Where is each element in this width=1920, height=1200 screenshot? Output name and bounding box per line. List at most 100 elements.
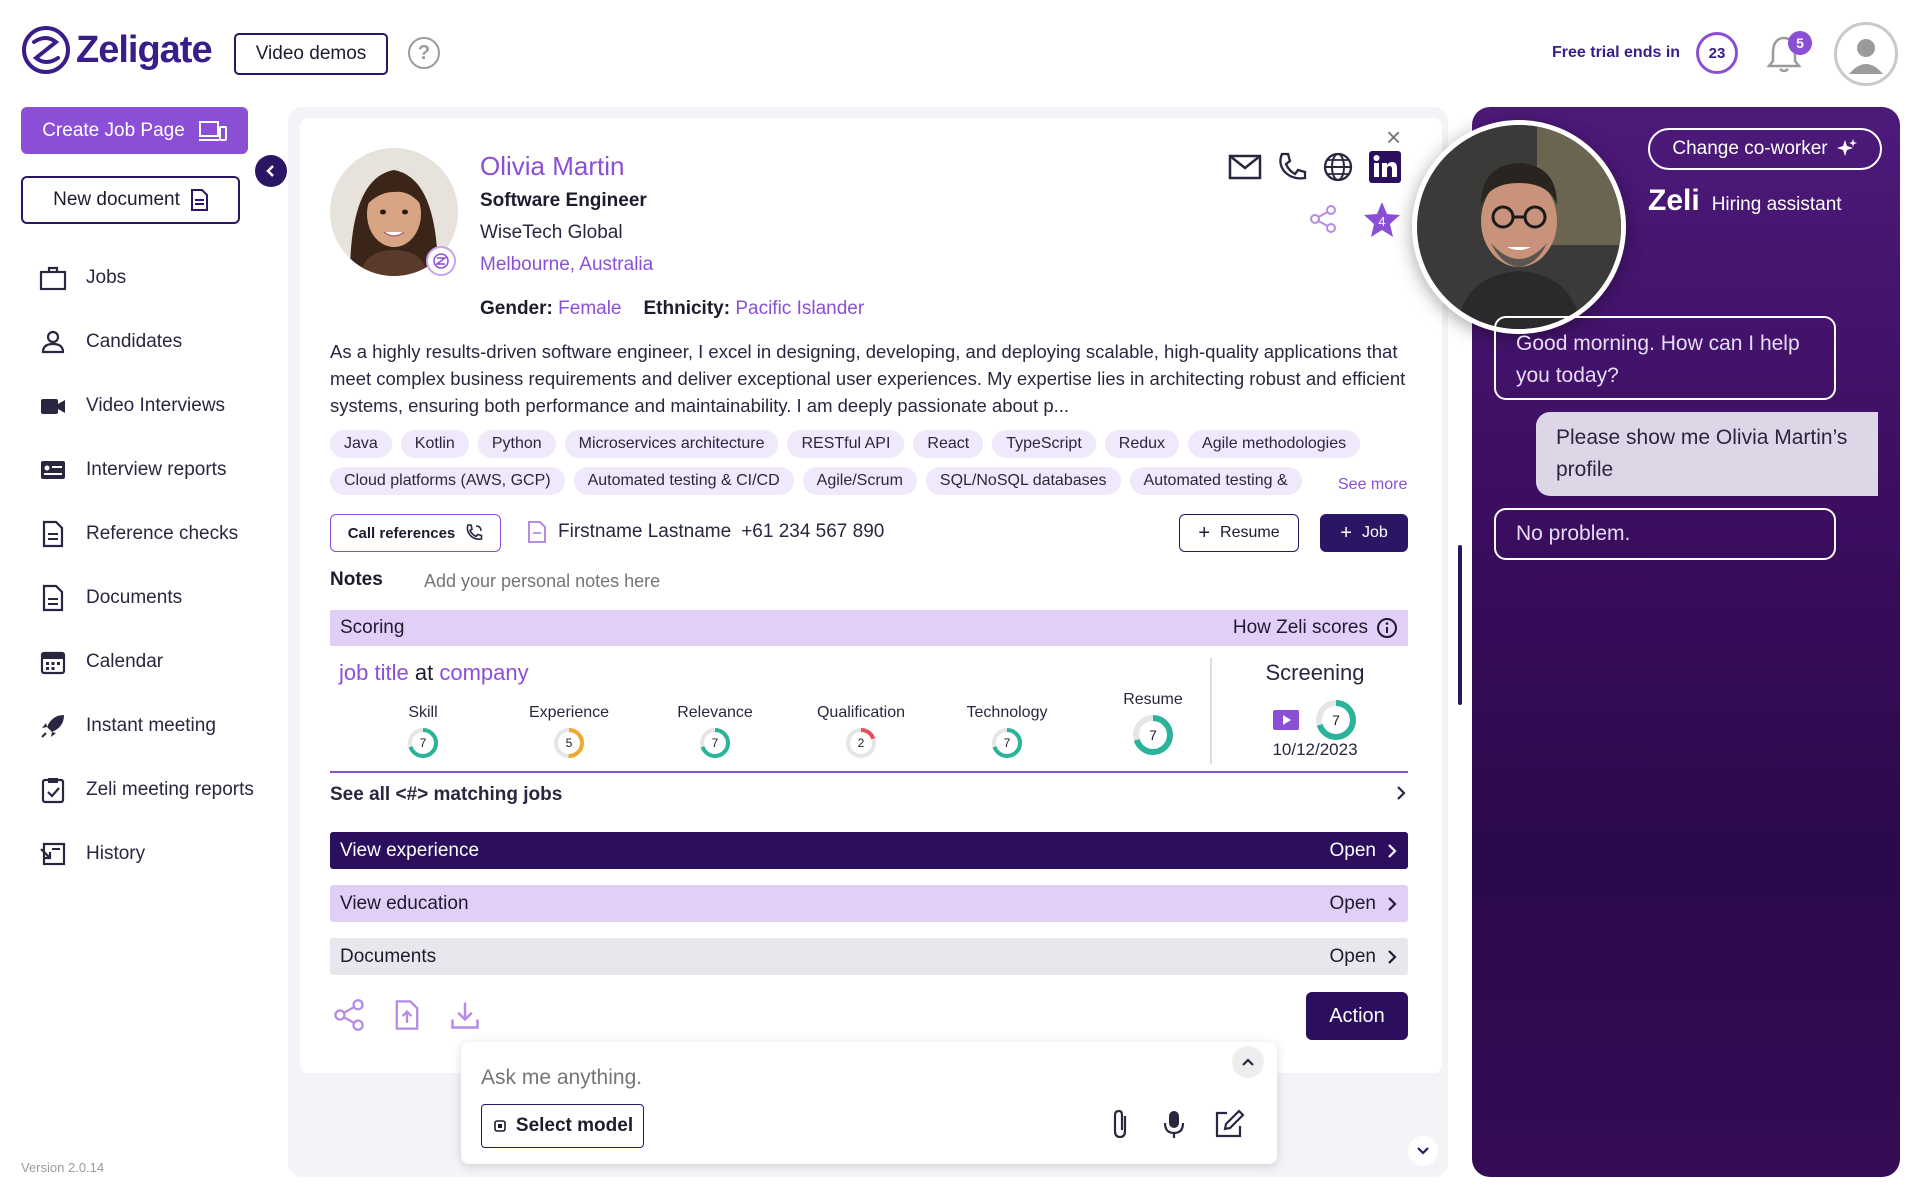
phone-call-icon bbox=[466, 524, 483, 540]
view-education-row[interactable]: View education Open bbox=[330, 885, 1408, 922]
collapse-sidebar-button[interactable] bbox=[255, 155, 287, 187]
change-coworker-button[interactable]: Change co-worker bbox=[1648, 128, 1882, 170]
share-icon[interactable] bbox=[332, 998, 366, 1032]
skill-tag[interactable]: Automated testing & bbox=[1129, 467, 1302, 495]
sidebar-item-calendar[interactable]: Calendar bbox=[38, 630, 288, 694]
sidebar-item-candidates[interactable]: Candidates bbox=[38, 310, 288, 374]
create-job-page-button[interactable]: Create Job Page bbox=[21, 107, 248, 154]
sidebar-item-reference-checks[interactable]: Reference checks bbox=[38, 502, 288, 566]
zeli-avatar bbox=[1412, 120, 1626, 334]
sidebar-item-documents[interactable]: Documents bbox=[38, 566, 288, 630]
document-icon bbox=[42, 584, 64, 612]
sidebar-item-history[interactable]: History bbox=[38, 822, 288, 886]
sidebar-item-instant-meeting[interactable]: Instant meeting bbox=[38, 694, 288, 758]
reference-phone: +61 234 567 890 bbox=[741, 521, 885, 542]
candidate-location: Melbourne, Australia bbox=[480, 254, 654, 275]
svg-text:5: 5 bbox=[566, 736, 573, 750]
candidate-bio: As a highly results-driven software engi… bbox=[330, 341, 1406, 416]
skill-tag[interactable]: Cloud platforms (AWS, GCP) bbox=[330, 467, 565, 495]
video-demos-button[interactable]: Video demos bbox=[234, 33, 388, 75]
chip-icon bbox=[494, 1120, 506, 1132]
skill-tag[interactable]: Python bbox=[477, 430, 556, 458]
matching-jobs-label: See all <#> matching jobs bbox=[330, 784, 563, 805]
skill-tag[interactable]: Automated testing & CI/CD bbox=[573, 467, 794, 495]
skill-tag[interactable]: Java bbox=[330, 430, 392, 458]
plus-icon: + bbox=[1340, 521, 1352, 544]
add-resume-button[interactable]: + Resume bbox=[1179, 514, 1299, 552]
phone-icon[interactable] bbox=[1276, 151, 1308, 183]
ethnicity-label: Ethnicity: bbox=[643, 298, 731, 319]
notes-label: Notes bbox=[330, 569, 383, 590]
sidebar-item-video-interviews[interactable]: Video Interviews bbox=[38, 374, 288, 438]
logo-mark-icon bbox=[22, 26, 70, 74]
zeligate-logo[interactable]: Zeligate bbox=[20, 24, 213, 76]
sidebar-item-label: Video Interviews bbox=[86, 395, 226, 416]
star-rating-icon[interactable]: 4 bbox=[1362, 200, 1402, 240]
score-ring: 7 bbox=[1133, 715, 1173, 755]
gender-value: Female bbox=[558, 298, 622, 319]
skill-tag[interactable]: Agile methodologies bbox=[1188, 430, 1361, 458]
user-avatar[interactable] bbox=[1834, 22, 1898, 86]
microphone-icon[interactable] bbox=[1161, 1108, 1187, 1140]
sidebar-item-label: Zeli meeting reports bbox=[86, 779, 254, 800]
expand-chat-button[interactable] bbox=[1232, 1046, 1264, 1078]
linkedin-icon[interactable] bbox=[1368, 150, 1402, 184]
sidebar-item-jobs[interactable]: Jobs bbox=[38, 246, 288, 310]
globe-icon[interactable] bbox=[1322, 151, 1354, 183]
scrollbar[interactable] bbox=[1458, 545, 1462, 705]
score-experience: Experience 5 bbox=[496, 704, 642, 760]
email-icon[interactable] bbox=[1228, 153, 1262, 181]
score-ring: 7 bbox=[408, 728, 438, 758]
reference-name: Firstname Lastname bbox=[558, 521, 732, 542]
skill-tag[interactable]: SQL/NoSQL databases bbox=[925, 467, 1121, 495]
score-resume: Resume 7 bbox=[1080, 691, 1226, 760]
play-video-icon[interactable] bbox=[1272, 709, 1300, 731]
skill-tag[interactable]: Microservices architecture bbox=[564, 430, 779, 458]
select-model-button[interactable]: Select model bbox=[481, 1104, 644, 1148]
attachment-icon[interactable] bbox=[1107, 1108, 1135, 1140]
skill-tag[interactable]: Kotlin bbox=[400, 430, 469, 458]
video-icon bbox=[41, 399, 65, 414]
download-icon[interactable] bbox=[448, 998, 482, 1032]
job-title-line[interactable]: job title at company bbox=[339, 660, 529, 686]
add-job-button[interactable]: + Job bbox=[1320, 514, 1408, 552]
sidebar-item-label: Reference checks bbox=[86, 523, 239, 544]
documents-row[interactable]: Documents Open bbox=[330, 938, 1408, 975]
help-icon[interactable]: ? bbox=[408, 37, 440, 69]
skill-tag[interactable]: Agile/Scrum bbox=[802, 467, 917, 495]
skill-tag[interactable]: Redux bbox=[1104, 430, 1180, 458]
score-label: Resume bbox=[1123, 691, 1183, 708]
sparkle-icon bbox=[1836, 139, 1857, 156]
svg-text:7: 7 bbox=[712, 736, 719, 750]
notes-input[interactable] bbox=[424, 566, 1124, 596]
action-button[interactable]: Action bbox=[1306, 992, 1408, 1040]
score-skill: Skill 7 bbox=[350, 704, 496, 760]
at-text: at bbox=[414, 660, 434, 685]
chat-input[interactable] bbox=[481, 1066, 1081, 1090]
rocket-icon bbox=[41, 715, 64, 738]
see-more-link[interactable]: See more bbox=[1334, 476, 1412, 494]
divider bbox=[1210, 658, 1212, 764]
skill-tag[interactable]: React bbox=[913, 430, 984, 458]
skill-tag[interactable]: TypeScript bbox=[992, 430, 1096, 458]
chat-actions bbox=[1107, 1108, 1245, 1140]
close-icon[interactable]: × bbox=[1386, 122, 1401, 153]
briefcase-icon bbox=[39, 266, 67, 291]
compose-icon[interactable] bbox=[1213, 1108, 1245, 1140]
upload-file-icon[interactable] bbox=[390, 998, 424, 1032]
how-zeli-scores-link[interactable]: How Zeli scores bbox=[1233, 617, 1398, 639]
matching-jobs-link[interactable]: See all <#> matching jobs bbox=[330, 784, 1408, 806]
share-icon[interactable] bbox=[1308, 204, 1338, 234]
new-document-button[interactable]: New document bbox=[21, 176, 240, 224]
screening-date: 10/12/2023 bbox=[1272, 740, 1358, 759]
assistant-name-text: Zeli bbox=[1648, 184, 1700, 217]
view-experience-row[interactable]: View experience Open bbox=[330, 832, 1408, 869]
call-references-button[interactable]: Call references bbox=[330, 514, 501, 552]
sidebar-item-label: Calendar bbox=[86, 651, 164, 672]
scroll-down-button[interactable] bbox=[1408, 1136, 1438, 1166]
sidebar-item-interview-reports[interactable]: Interview reports bbox=[38, 438, 288, 502]
skill-tag[interactable]: RESTful API bbox=[787, 430, 905, 458]
assistant-message: No problem. bbox=[1494, 508, 1836, 560]
sidebar-item-zeli-meeting-reports[interactable]: Zeli meeting reports bbox=[38, 758, 288, 822]
view-experience-label: View experience bbox=[340, 839, 480, 861]
